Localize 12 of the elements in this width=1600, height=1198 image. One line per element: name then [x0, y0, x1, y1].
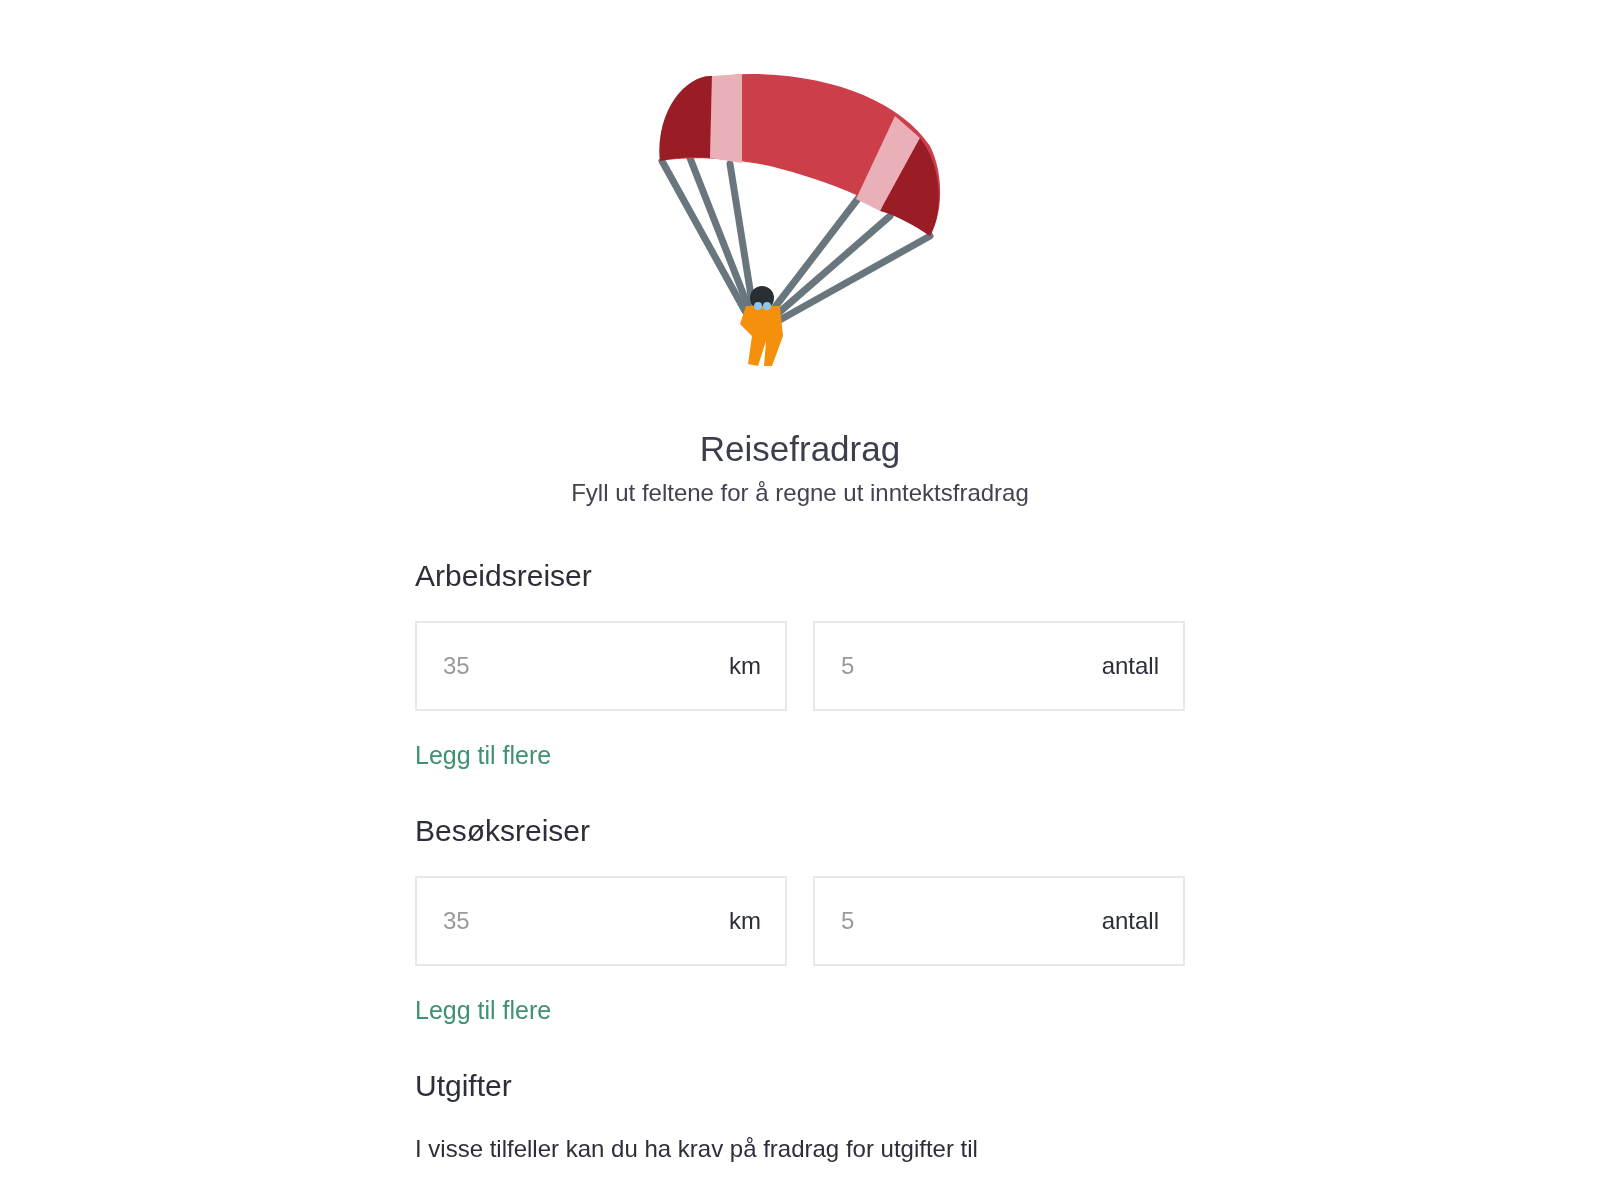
- page-subtitle: Fyll ut feltene for å regne ut inntektsfradrag: [570, 479, 1030, 507]
- add-more-link[interactable]: Legg til flere: [415, 741, 552, 770]
- unit-label: km: [729, 652, 761, 680]
- section-heading: Utgifter: [415, 1069, 513, 1103]
- section-paragraph: I visse tilfeller kan du ha krav på fradrag for utgifter til: [415, 1135, 979, 1163]
- unit-label: antall: [1101, 652, 1159, 680]
- unit-label: antall: [1101, 907, 1159, 935]
- add-more-link[interactable]: Legg til flere: [415, 996, 552, 1025]
- page-title: Reisefradrag: [698, 429, 902, 469]
- unit-label: km: [729, 907, 761, 935]
- section-heading: Besøksreiser: [415, 814, 592, 848]
- section-heading: Arbeidsreiser: [415, 559, 593, 593]
